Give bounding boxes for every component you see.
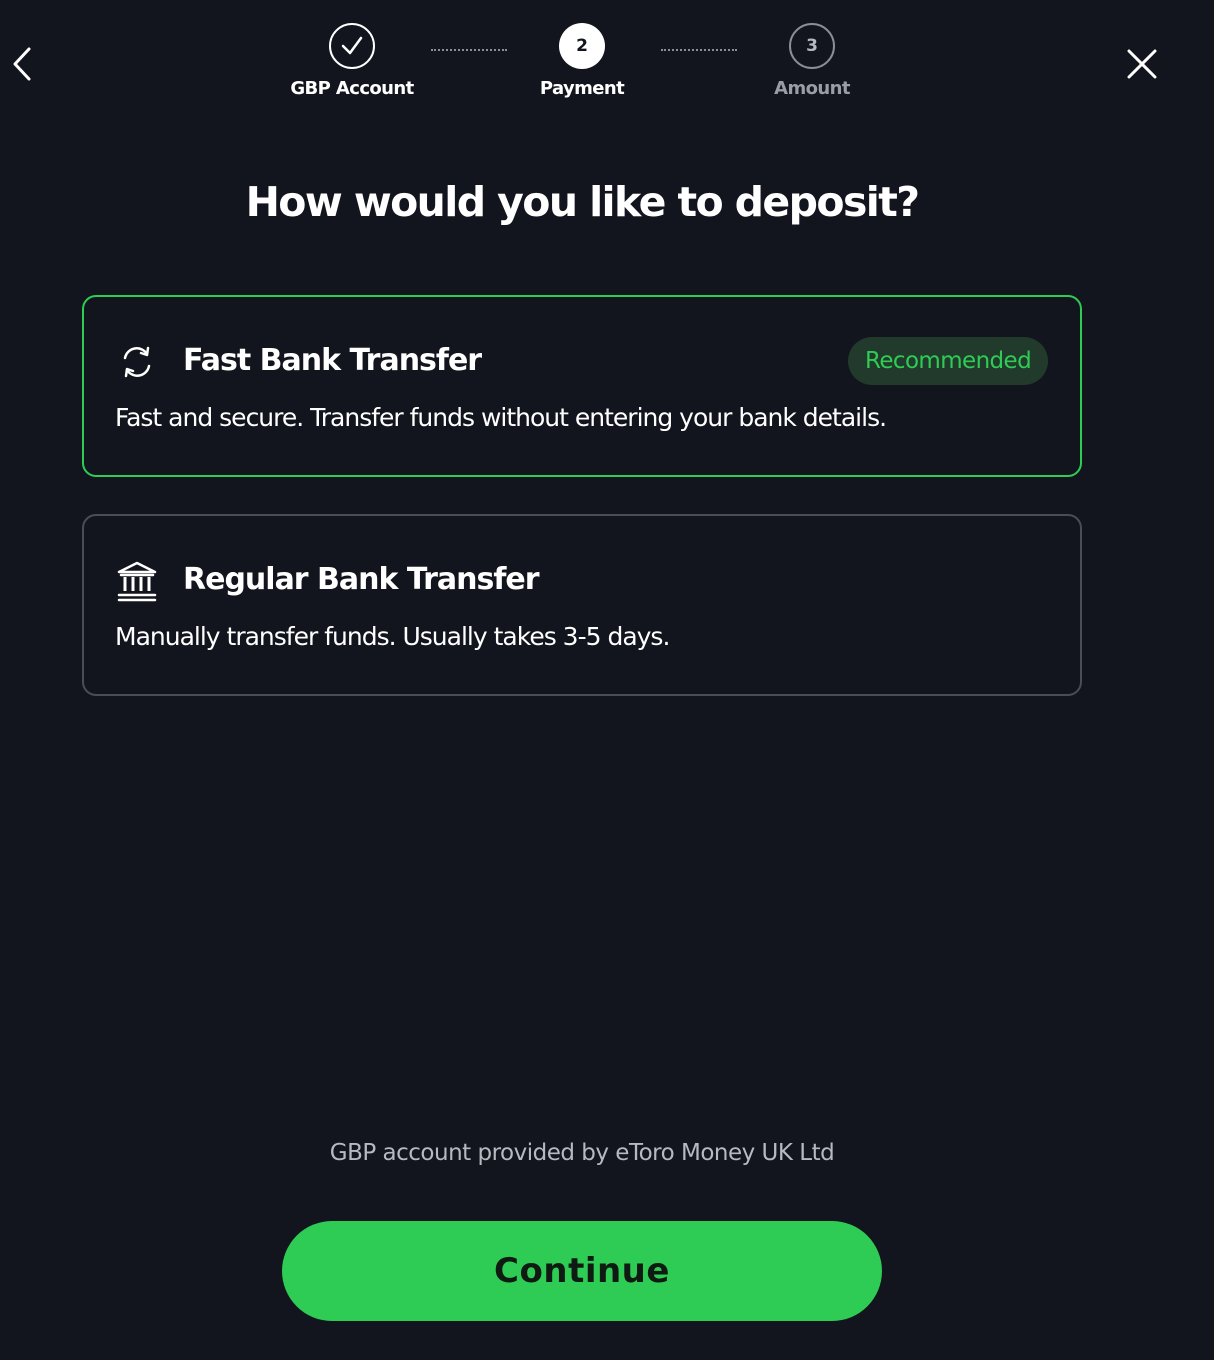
- option-description: Fast and secure. Transfer funds without …: [115, 403, 887, 432]
- regular-bank-transfer-option[interactable]: Regular Bank Transfer Manually transfer …: [82, 514, 1082, 696]
- provider-note: GBP account provided by eToro Money UK L…: [329, 1140, 835, 1166]
- option-title: Fast Bank Transfer: [183, 343, 482, 378]
- check-icon: [341, 36, 363, 55]
- step-label: Amount: [774, 78, 850, 99]
- step-number: 2: [576, 36, 588, 56]
- progress-stepper: GBP Account 2 Payment 3 Amount: [0, 0, 1214, 110]
- step-label: GBP Account: [290, 78, 414, 99]
- recommended-badge: Recommended: [848, 337, 1049, 385]
- step-gbp-account: GBP Account: [272, 23, 432, 99]
- page-title: How would you like to deposit?: [245, 178, 920, 226]
- step-connector: [431, 49, 507, 51]
- step-amount: 3 Amount: [732, 23, 892, 99]
- close-icon: [1127, 49, 1157, 79]
- step-number: 3: [806, 36, 818, 56]
- step-connector: [661, 49, 737, 51]
- bank-icon: [116, 560, 158, 602]
- close-button[interactable]: [1122, 44, 1162, 84]
- option-title: Regular Bank Transfer: [183, 562, 540, 597]
- step-circle: 2: [559, 23, 605, 69]
- continue-button[interactable]: Continue: [282, 1221, 882, 1321]
- step-label: Payment: [539, 78, 625, 99]
- step-circle: 3: [789, 23, 835, 69]
- step-payment: 2 Payment: [502, 23, 662, 99]
- step-circle: [329, 23, 375, 69]
- option-description: Manually transfer funds. Usually takes 3…: [115, 622, 670, 651]
- refresh-arrows-icon: [116, 341, 158, 383]
- fast-bank-transfer-option[interactable]: Fast Bank Transfer Recommended Fast and …: [82, 295, 1082, 477]
